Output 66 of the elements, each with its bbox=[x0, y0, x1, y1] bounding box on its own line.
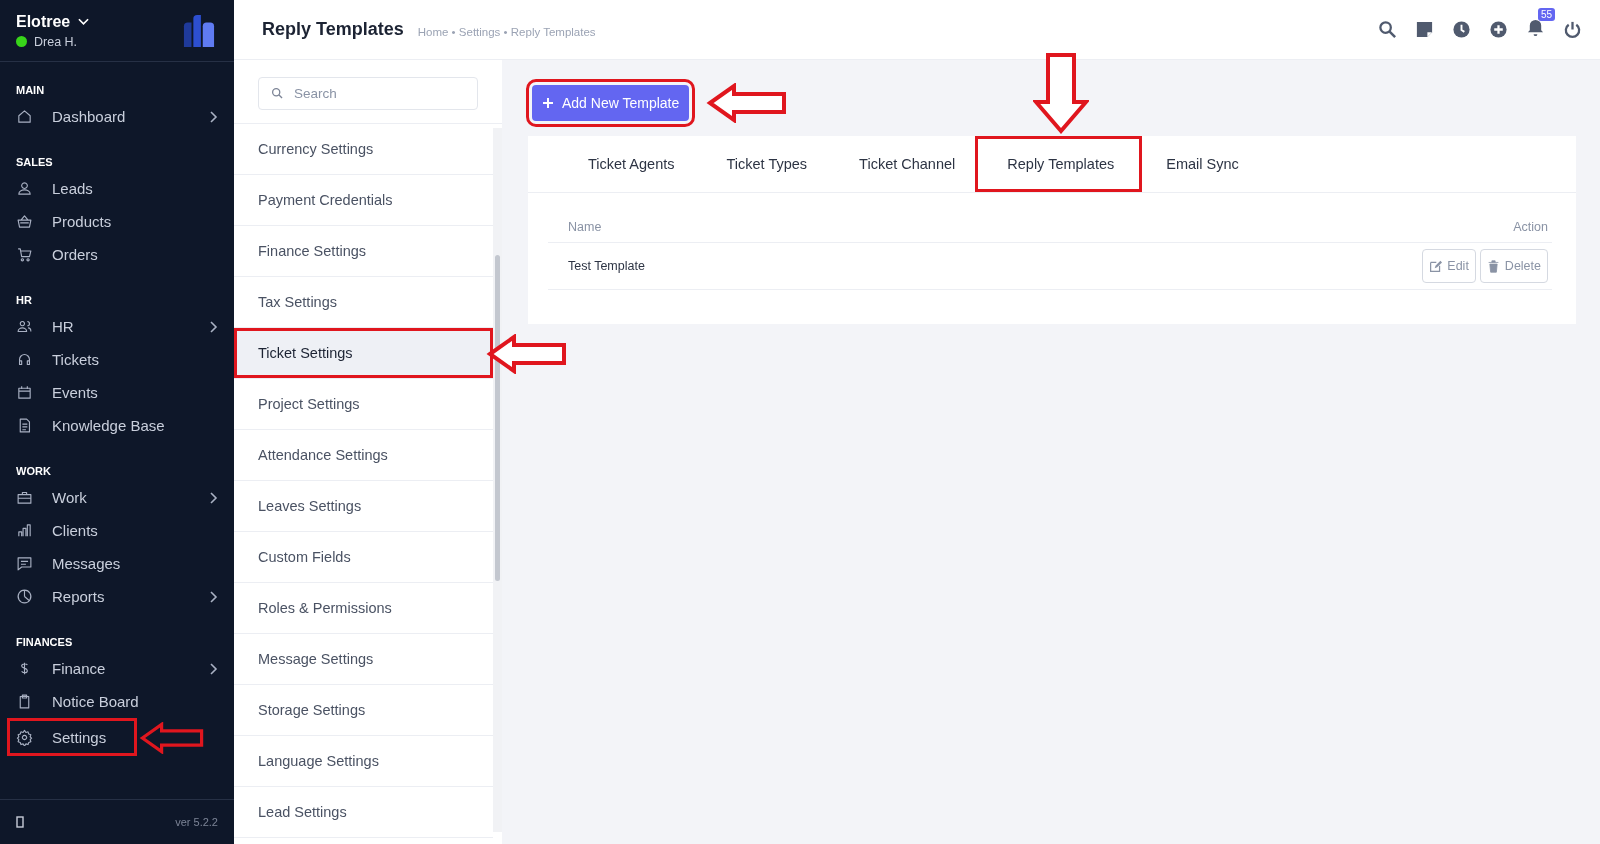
power-icon[interactable] bbox=[1563, 20, 1582, 39]
search-icon bbox=[271, 87, 284, 100]
bell-icon[interactable] bbox=[1526, 18, 1545, 37]
menu-item-icon bbox=[16, 246, 33, 263]
plus-icon bbox=[542, 97, 554, 109]
tab[interactable]: Ticket Agents bbox=[562, 136, 701, 192]
sidebar-item[interactable]: Settings bbox=[7, 718, 137, 756]
column-header: Action bbox=[1513, 220, 1548, 234]
sidebar-item[interactable]: Messages bbox=[0, 547, 234, 580]
user-name: Drea H. bbox=[34, 34, 78, 49]
search-icon[interactable] bbox=[1378, 20, 1397, 39]
sidebar-item[interactable]: Products bbox=[0, 205, 234, 238]
menu-item-icon bbox=[16, 180, 33, 197]
phone-icon[interactable] bbox=[16, 816, 24, 828]
sidebar-item[interactable]: Tickets bbox=[0, 343, 234, 376]
clock-icon[interactable] bbox=[1452, 20, 1471, 39]
chevron-down-icon[interactable] bbox=[78, 17, 90, 26]
menu-item-icon bbox=[16, 489, 33, 506]
sticky-note-icon[interactable] bbox=[1415, 20, 1434, 39]
trash-icon bbox=[1486, 259, 1500, 273]
menu-item-icon bbox=[16, 522, 33, 539]
tab[interactable]: Email Sync bbox=[1140, 136, 1265, 192]
add-icon[interactable] bbox=[1489, 20, 1508, 39]
callout-arrow bbox=[138, 722, 206, 754]
section-heading: WORK bbox=[15, 464, 52, 479]
logo-icon bbox=[182, 14, 216, 47]
menu-item-icon bbox=[16, 588, 33, 605]
edit-icon bbox=[1429, 259, 1443, 273]
chevron-right-icon bbox=[210, 590, 218, 603]
search-field[interactable]: Search bbox=[258, 77, 478, 110]
sidebar-item[interactable]: Events bbox=[0, 376, 234, 409]
sidebar-item[interactable]: Notice Board bbox=[0, 685, 234, 718]
chevron-right-icon bbox=[210, 491, 218, 504]
sidebar-item[interactable]: Leads bbox=[0, 172, 234, 205]
chevron-right-icon bbox=[210, 662, 218, 675]
section-heading: HR bbox=[15, 293, 33, 308]
sidebar-item[interactable]: HR bbox=[0, 310, 234, 343]
menu-item-icon bbox=[16, 108, 33, 125]
sidebar-item[interactable]: Dashboard bbox=[0, 100, 234, 133]
scrollbar-thumb[interactable] bbox=[495, 255, 500, 581]
tab[interactable]: Ticket Types bbox=[700, 136, 834, 192]
sidebar-item[interactable]: Clients bbox=[0, 514, 234, 547]
menu-item-icon bbox=[16, 213, 33, 230]
menu-item-icon bbox=[16, 318, 33, 335]
section-heading: FINANCES bbox=[15, 635, 74, 650]
section-heading: MAIN bbox=[15, 83, 46, 98]
section-heading: SALES bbox=[15, 155, 54, 170]
column-header: Name bbox=[568, 220, 602, 234]
menu-item-icon bbox=[16, 384, 33, 401]
chevron-right-icon bbox=[210, 110, 218, 123]
table-cell: Test Template bbox=[568, 259, 645, 273]
company-name: Elotree bbox=[16, 12, 71, 31]
settings-menu-item[interactable]: Ticket Settings bbox=[234, 328, 493, 379]
breadcrumb: Home • Settings • Reply Templates bbox=[417, 25, 596, 38]
sidebar-item[interactable]: Knowledge Base bbox=[0, 409, 234, 442]
sidebar-item[interactable]: Finance bbox=[0, 652, 234, 685]
sidebar-item[interactable]: Work bbox=[0, 481, 234, 514]
menu-item-icon bbox=[16, 728, 33, 746]
page-title: Reply Templates bbox=[262, 19, 404, 40]
menu-item-icon bbox=[16, 351, 33, 368]
notification-badge: 55 bbox=[1538, 8, 1556, 21]
sidebar-item[interactable]: Reports bbox=[0, 580, 234, 613]
chevron-right-icon bbox=[210, 320, 218, 333]
menu-item-icon bbox=[16, 555, 33, 572]
version-label: ver 5.2.2 bbox=[175, 816, 218, 828]
sidebar-item[interactable]: Orders bbox=[0, 238, 234, 271]
